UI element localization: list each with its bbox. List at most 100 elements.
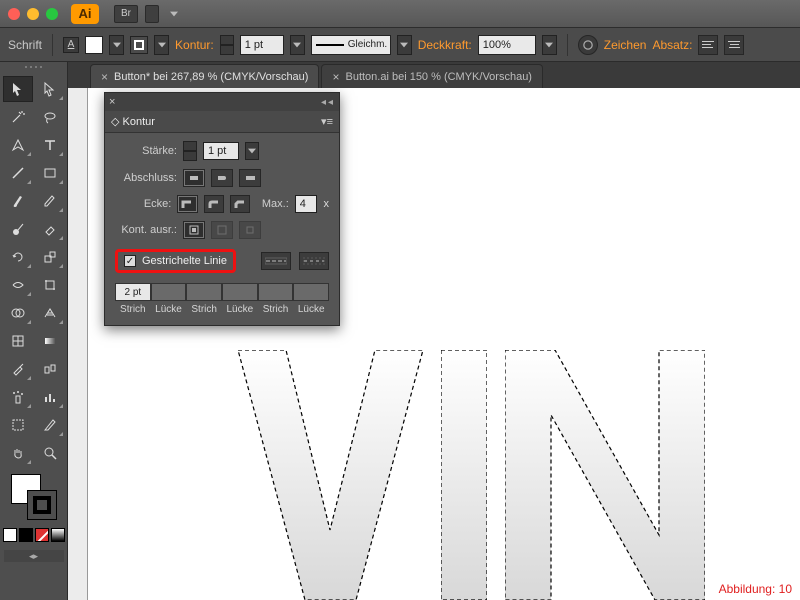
stroke-weight-caret-icon[interactable] <box>290 35 305 55</box>
fill-stroke-indicator[interactable] <box>11 474 57 520</box>
free-transform-tool[interactable] <box>35 272 65 298</box>
cap-butt-button[interactable] <box>183 169 205 187</box>
align-center-button[interactable] <box>724 35 744 55</box>
fill-dropdown-caret-icon[interactable] <box>109 35 124 55</box>
panel-menu-icon[interactable]: ▾≡ <box>321 115 333 128</box>
rotate-tool[interactable] <box>3 244 33 270</box>
opacity-caret-icon[interactable] <box>542 35 557 55</box>
panel-weight-stepper[interactable] <box>183 141 197 161</box>
gap-value-input[interactable] <box>222 283 258 301</box>
vertical-ruler[interactable] <box>68 88 88 600</box>
panel-header[interactable]: × ◂◂ <box>105 93 339 111</box>
dash-align-corners-button[interactable] <box>299 252 329 270</box>
workspace-switcher-button[interactable] <box>145 5 159 23</box>
shape-builder-tool[interactable] <box>3 300 33 326</box>
document-tab-bar: × Button* bei 267,89 % (CMYK/Vorschau) ×… <box>0 62 800 88</box>
gap-value-input[interactable] <box>151 283 187 301</box>
perspective-grid-tool[interactable] <box>35 300 65 326</box>
recolor-artwork-button[interactable] <box>578 35 598 55</box>
dash-value-input[interactable]: 2 pt <box>115 283 151 301</box>
gap-value-input[interactable] <box>293 283 329 301</box>
cap-round-button[interactable] <box>211 169 233 187</box>
color-mode-solid[interactable] <box>3 528 17 542</box>
dashed-line-highlight: ✓ Gestrichelte Linie <box>115 249 236 273</box>
align-stroke-inside-button[interactable] <box>211 221 233 239</box>
align-stroke-center-button[interactable] <box>183 221 205 239</box>
document-tab[interactable]: × Button.ai bei 150 % (CMYK/Vorschau) <box>321 64 543 88</box>
zoom-tool[interactable] <box>35 440 65 466</box>
dashed-line-checkbox[interactable]: ✓ <box>124 255 136 267</box>
letter-i[interactable] <box>441 350 487 600</box>
miter-limit-input[interactable]: 4 <box>295 195 318 213</box>
cap-projecting-button[interactable] <box>239 169 261 187</box>
stroke-weight-stepper[interactable] <box>220 35 234 55</box>
scale-tool[interactable] <box>35 244 65 270</box>
char-color-button[interactable]: A <box>63 37 79 53</box>
window-close-button[interactable] <box>8 8 20 20</box>
pencil-tool[interactable] <box>35 188 65 214</box>
color-mode-gradient[interactable] <box>51 528 65 542</box>
stroke-weight-input[interactable]: 1 pt <box>240 35 284 55</box>
mesh-tool[interactable] <box>3 328 33 354</box>
line-tool[interactable] <box>3 160 33 186</box>
blend-tool[interactable] <box>35 356 65 382</box>
stroke-indicator[interactable] <box>27 490 57 520</box>
artwork-text-outlines[interactable] <box>238 350 705 600</box>
corner-round-button[interactable] <box>204 195 224 213</box>
artboard[interactable]: × ◂◂ ◇ Kontur ▾≡ Stärke: 1 pt Abschluss: <box>88 88 800 600</box>
paragraph-panel-link[interactable]: Absatz: <box>652 38 692 52</box>
letter-n[interactable] <box>505 350 705 600</box>
panel-weight-caret-icon[interactable] <box>245 142 259 160</box>
dash-preserve-exact-button[interactable] <box>261 252 291 270</box>
panel-collapse-icon[interactable]: ◂◂ <box>321 97 335 108</box>
corner-bevel-button[interactable] <box>230 195 250 213</box>
opacity-input[interactable]: 100% <box>478 35 536 55</box>
stroke-profile-caret-icon[interactable] <box>397 35 412 55</box>
dash-value-input[interactable] <box>258 283 294 301</box>
fill-swatch[interactable] <box>85 36 103 54</box>
type-tool[interactable] <box>35 132 65 158</box>
character-panel-link[interactable]: Zeichen <box>604 38 647 52</box>
eyedropper-tool[interactable] <box>3 356 33 382</box>
artboard-tool[interactable] <box>3 412 33 438</box>
window-zoom-button[interactable] <box>46 8 58 20</box>
stroke-profile-select[interactable]: Gleichm. <box>311 35 391 55</box>
column-graph-tool[interactable] <box>35 384 65 410</box>
panel-close-icon[interactable]: × <box>109 96 115 108</box>
opacity-label[interactable]: Deckkraft: <box>418 38 472 52</box>
selection-tool[interactable] <box>3 76 33 102</box>
lasso-tool[interactable] <box>35 104 65 130</box>
color-mode-none[interactable] <box>35 528 49 542</box>
slice-tool[interactable] <box>35 412 65 438</box>
gradient-tool[interactable] <box>35 328 65 354</box>
panel-grip-icon[interactable] <box>0 66 67 72</box>
hand-tool[interactable] <box>3 440 33 466</box>
rectangle-tool[interactable] <box>35 160 65 186</box>
pen-tool[interactable] <box>3 132 33 158</box>
dash-value-input[interactable] <box>186 283 222 301</box>
window-minimize-button[interactable] <box>27 8 39 20</box>
document-tab[interactable]: × Button* bei 267,89 % (CMYK/Vorschau) <box>90 64 319 88</box>
stroke-swatch[interactable] <box>130 36 148 54</box>
direct-selection-tool[interactable] <box>35 76 65 102</box>
toolbox-collapse-button[interactable]: ◂▸ <box>4 550 64 562</box>
stroke-dropdown-caret-icon[interactable] <box>154 35 169 55</box>
tab-close-icon[interactable]: × <box>101 70 108 84</box>
bridge-button[interactable]: Br <box>114 5 138 23</box>
magic-wand-tool[interactable] <box>3 104 33 130</box>
stroke-label[interactable]: Kontur: <box>175 38 214 52</box>
corner-miter-button[interactable] <box>177 195 197 213</box>
eraser-tool[interactable] <box>35 216 65 242</box>
workspace-menu-caret-icon[interactable] <box>166 4 181 24</box>
tab-close-icon[interactable]: × <box>332 70 339 84</box>
blob-brush-tool[interactable] <box>3 216 33 242</box>
symbol-sprayer-tool[interactable] <box>3 384 33 410</box>
color-mode-black[interactable] <box>19 528 33 542</box>
paintbrush-tool[interactable] <box>3 188 33 214</box>
width-tool[interactable] <box>3 272 33 298</box>
align-stroke-outside-button[interactable] <box>239 221 261 239</box>
panel-weight-input[interactable]: 1 pt <box>203 142 239 160</box>
panel-title[interactable]: ◇ Kontur <box>111 115 155 128</box>
align-left-button[interactable] <box>698 35 718 55</box>
letter-v[interactable] <box>238 350 423 600</box>
